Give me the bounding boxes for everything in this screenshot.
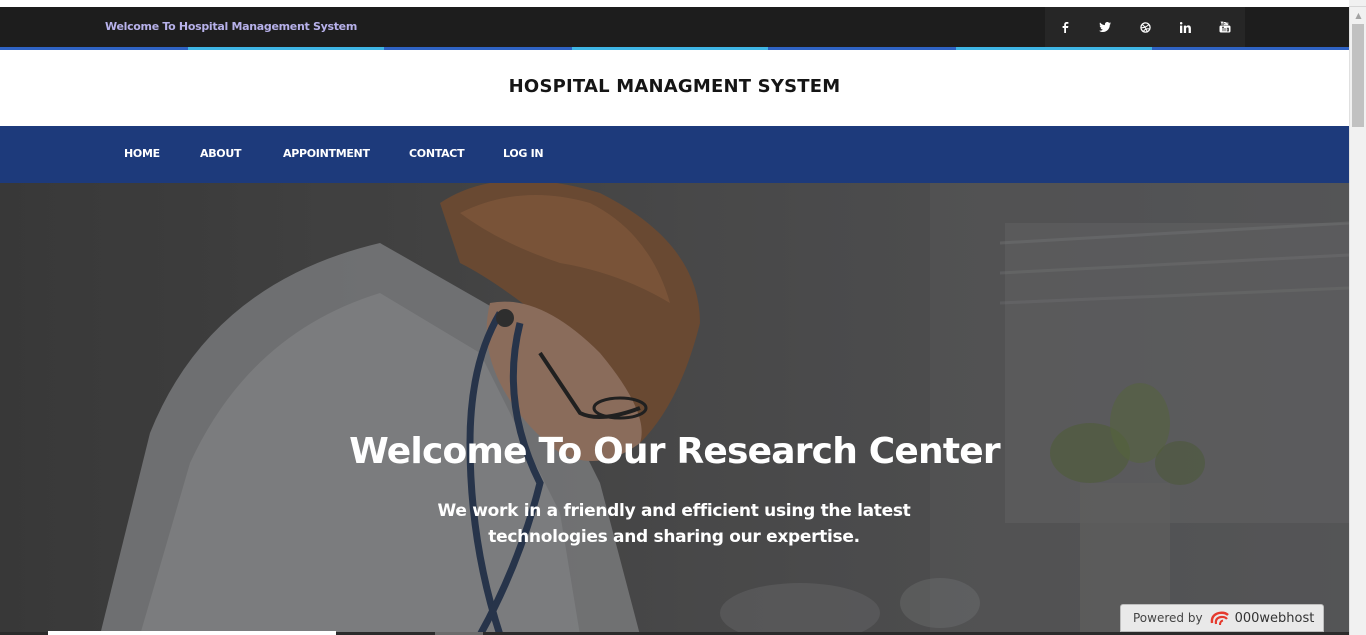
webhost-logo-icon xyxy=(1209,609,1231,627)
site-title[interactable]: HOSPITAL MANAGMENT SYSTEM xyxy=(0,76,1349,97)
page-scrollbar[interactable]: ▲ xyxy=(1349,7,1366,635)
hero-title: Welcome To Our Research Center xyxy=(349,431,1000,472)
social-links xyxy=(1045,7,1245,47)
welcome-text: Welcome To Hospital Management System xyxy=(105,20,357,33)
youtube-icon xyxy=(1219,21,1231,33)
scroll-up-arrow-icon[interactable]: ▲ xyxy=(1350,7,1366,23)
nav-home[interactable]: HOME xyxy=(124,147,160,160)
hero-subtitle: We work in a friendly and efficient usin… xyxy=(437,501,911,547)
linkedin-link[interactable] xyxy=(1165,7,1205,47)
carousel-progress xyxy=(48,631,336,635)
nav-login[interactable]: LOG IN xyxy=(503,147,544,160)
twitter-icon xyxy=(1099,22,1111,32)
nav-contact[interactable]: CONTACT xyxy=(409,147,465,160)
dribbble-link[interactable] xyxy=(1125,7,1165,47)
nav-appointment[interactable]: APPOINTMENT xyxy=(283,147,370,160)
powered-by-badge[interactable]: Powered by 000webhost xyxy=(1120,604,1324,632)
powered-by-brand: 000webhost xyxy=(1234,610,1315,626)
youtube-link[interactable] xyxy=(1205,7,1245,47)
page: Welcome To Hospital Management System HO… xyxy=(0,0,1349,635)
twitter-link[interactable] xyxy=(1085,7,1125,47)
dribbble-icon xyxy=(1139,21,1151,33)
facebook-link[interactable] xyxy=(1045,7,1085,47)
powered-by-label: Powered by xyxy=(1133,611,1203,625)
main-nav: HOME ABOUT APPOINTMENT CONTACT LOG IN xyxy=(0,126,1349,183)
facebook-icon xyxy=(1061,21,1069,33)
site-header: HOSPITAL MANAGMENT SYSTEM xyxy=(0,50,1349,126)
nav-about[interactable]: ABOUT xyxy=(200,147,241,160)
hero-overlay xyxy=(0,183,1349,635)
hero-banner: Welcome To Our Research Center We work i… xyxy=(0,183,1349,635)
scroll-thumb[interactable] xyxy=(1352,24,1364,127)
top-bar: Welcome To Hospital Management System xyxy=(0,7,1349,47)
linkedin-icon xyxy=(1179,21,1191,33)
